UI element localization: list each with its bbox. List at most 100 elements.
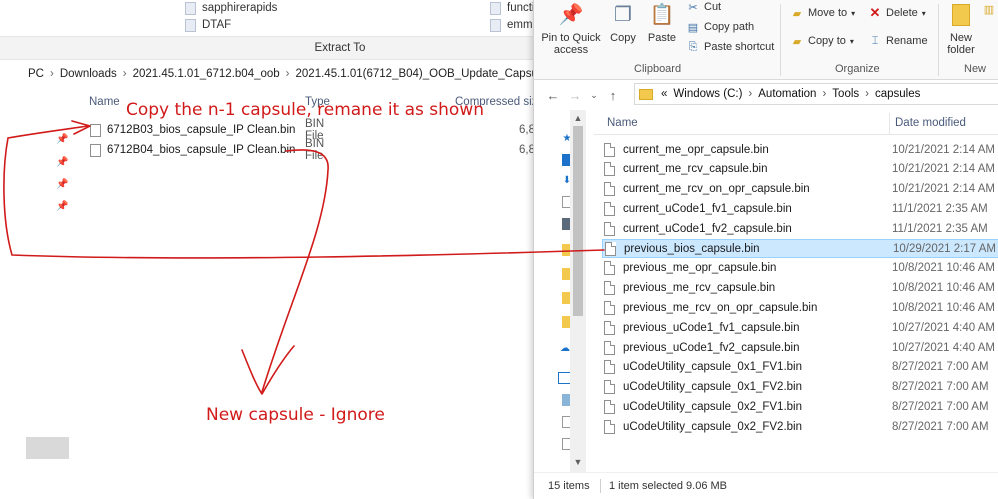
delete-label: Delete — [886, 7, 918, 19]
extract-to-bar[interactable]: Extract To — [0, 36, 540, 60]
new-group-label: New — [964, 63, 987, 75]
file-icon — [185, 1, 196, 15]
file-row[interactable]: previous_me_rcv_capsule.bin 10/8/2021 10:… — [602, 279, 998, 298]
forward-arrow-icon[interactable]: → — [564, 84, 586, 106]
pin-to-quick-access-button[interactable]: 📌 Pin to Quick access — [540, 2, 602, 56]
file-name: previous_me_rcv_on_opr_capsule.bin — [623, 301, 818, 314]
breadcrumb-item[interactable]: 2021.45.1.01_6712.b04_oob — [133, 68, 280, 80]
file-date-modified: 10/8/2021 10:46 AM — [892, 282, 995, 295]
breadcrumb-item[interactable]: PC — [28, 68, 44, 80]
scissors-icon: ✂ — [688, 1, 698, 14]
file-row[interactable]: uCodeUtility_capsule_0x2_FV1.bin 8/27/202… — [602, 397, 998, 416]
file-row[interactable]: uCodeUtility_capsule_0x2_FV2.bin 8/27/202… — [602, 417, 998, 436]
up-arrow-icon[interactable]: ↑ — [602, 84, 624, 106]
file-row[interactable]: previous_me_opr_capsule.bin 10/8/2021 10:… — [602, 259, 998, 278]
copy-button[interactable]: ❐ Copy — [606, 2, 640, 44]
breadcrumb-item[interactable]: Downloads — [60, 68, 117, 80]
pin-icon: 📌 — [56, 179, 69, 190]
file-icon — [90, 123, 101, 137]
copy-to-label: Copy to — [808, 35, 846, 47]
copy-icon: ❐ — [614, 4, 632, 26]
scroll-down-arrow-icon[interactable]: ▼ — [570, 456, 586, 468]
file-row[interactable]: current_uCode1_fv2_capsule.bin 11/1/2021 … — [602, 219, 998, 238]
list-item[interactable]: 6712B03_bios_capsule_IP Clean.bin BIN Fi… — [90, 118, 535, 142]
column-header-date-modified[interactable]: Date modified — [889, 113, 998, 135]
back-arrow-icon[interactable]: ← — [542, 84, 564, 106]
copy-path-button[interactable]: ▤ Copy path — [686, 20, 754, 34]
paste-shortcut-button[interactable]: ⎘ Paste shortcut — [686, 40, 775, 54]
nav-pane-scrollbar[interactable]: ▲ ▼ — [570, 110, 586, 472]
recent-locations-chevron-icon[interactable]: ⌄ — [586, 84, 602, 106]
cut-button[interactable]: ✂ Cut — [686, 0, 721, 14]
file-row[interactable]: current_uCode1_fv1_capsule.bin 11/1/2021 … — [602, 199, 998, 218]
left-top-item[interactable]: DTAF — [185, 16, 231, 34]
pin-to-quick-access-label: Pin to Quick access — [541, 32, 601, 56]
pin-icon: 📌 — [558, 4, 584, 26]
paste-button[interactable]: 📋 Paste — [644, 2, 680, 44]
file-icon — [604, 380, 615, 395]
breadcrumb-item[interactable]: 2021.45.1.01(6712_B04)_OOB_Update_Capsul… — [296, 68, 540, 80]
file-date-modified: 10/8/2021 10:46 AM — [892, 262, 995, 275]
file-row[interactable]: uCodeUtility_capsule_0x1_FV2.bin 8/27/202… — [602, 378, 998, 397]
file-date-modified: 11/1/2021 2:35 AM — [892, 202, 988, 215]
file-row[interactable]: previous_uCode1_fv1_capsule.bin 10/27/202… — [602, 318, 998, 337]
file-icon — [604, 399, 615, 414]
list-item[interactable]: 6712B04_bios_capsule_IP Clean.bin BIN Fi… — [90, 138, 535, 162]
breadcrumb-item[interactable]: Automation — [758, 88, 816, 100]
rename-icon: ⌶ — [871, 34, 879, 47]
rename-label: Rename — [886, 35, 928, 47]
file-row[interactable]: current_me_rcv_capsule.bin 10/21/2021 2:1… — [602, 160, 998, 179]
file-row[interactable]: uCodeUtility_capsule_0x1_FV1.bin 8/27/202… — [602, 358, 998, 377]
breadcrumb-item[interactable]: Tools — [832, 88, 859, 100]
copy-path-label: Copy path — [704, 21, 755, 33]
file-date-modified: 8/27/2021 7:00 AM — [892, 361, 989, 374]
file-icon — [604, 360, 615, 375]
address-bar[interactable]: « Windows (C:) › Automation › Tools › ca… — [634, 83, 998, 105]
file-name: previous_me_opr_capsule.bin — [623, 262, 777, 275]
column-headers: Name Date modified — [594, 113, 998, 135]
scrollbar-block[interactable] — [26, 437, 69, 459]
clipboard-group-label: Clipboard — [634, 63, 682, 75]
copy-to-button[interactable]: ▰ Copy to ▾ — [790, 34, 854, 48]
file-name: uCodeUtility_capsule_0x1_FV2.bin — [623, 381, 802, 394]
pin-icon: 📌 — [56, 157, 69, 168]
scrollbar-thumb[interactable] — [573, 126, 583, 316]
ribbon-divider — [780, 4, 781, 76]
paste-label: Paste — [647, 32, 677, 44]
scroll-up-arrow-icon[interactable]: ▲ — [570, 112, 586, 124]
file-row[interactable]: current_me_opr_capsule.bin 10/21/2021 2:1… — [602, 140, 998, 159]
file-row[interactable]: current_me_rcv_on_opr_capsule.bin 10/21/2… — [602, 180, 998, 199]
pin-icon: 📌 — [56, 201, 69, 212]
extract-to-label: Extract To — [314, 42, 366, 54]
breadcrumb-item[interactable]: Windows (C:) — [673, 88, 742, 100]
address-overflow[interactable]: « — [661, 88, 667, 100]
new-folder-button[interactable]: New folder — [942, 2, 980, 56]
move-to-button[interactable]: ▰ Move to ▾ — [790, 6, 855, 20]
organize-group-label: Organize — [835, 63, 880, 75]
delete-x-icon: ✕ — [869, 5, 881, 20]
caret-down-icon: ▾ — [921, 8, 926, 18]
delete-button[interactable]: ✕ Delete ▾ — [868, 5, 926, 20]
breadcrumb-item[interactable]: capsules — [875, 88, 920, 100]
new-item-button[interactable]: ▥ — [982, 2, 996, 16]
left-top-item[interactable]: emmit — [490, 16, 538, 34]
paste-icon: 📋 — [649, 4, 675, 26]
item-count: 15 items — [548, 480, 590, 492]
move-to-label: Move to — [808, 7, 848, 19]
ribbon: 📌 Pin to Quick access ❐ Copy 📋 Paste ✂ C… — [534, 0, 998, 80]
file-date-modified: 10/27/2021 4:40 AM — [892, 321, 995, 334]
left-top-item[interactable]: functi — [490, 0, 535, 17]
column-header-name[interactable]: Name — [89, 96, 120, 108]
left-breadcrumb[interactable]: PC › Downloads › 2021.45.1.01_6712.b04_o… — [0, 62, 540, 86]
file-row-selected[interactable]: previous_bios_capsule.bin 10/29/2021 2:17… — [602, 239, 998, 258]
file-row[interactable]: previous_me_rcv_on_opr_capsule.bin 10/8/2… — [602, 298, 998, 317]
column-header-name[interactable]: Name — [607, 117, 638, 129]
file-row[interactable]: previous_uCode1_fv2_capsule.bin 10/27/202… — [602, 338, 998, 357]
file-date-modified: 10/8/2021 10:46 AM — [892, 301, 995, 314]
capsules-explorer-window: 📌 Pin to Quick access ❐ Copy 📋 Paste ✂ C… — [533, 0, 998, 499]
rename-button[interactable]: ⌶ Rename — [868, 34, 928, 48]
file-name: 6712B04_bios_capsule_IP Clean.bin — [107, 144, 296, 156]
file-icon — [490, 18, 501, 32]
left-top-item[interactable]: sapphirerapids — [185, 0, 277, 17]
file-icon — [604, 142, 615, 157]
